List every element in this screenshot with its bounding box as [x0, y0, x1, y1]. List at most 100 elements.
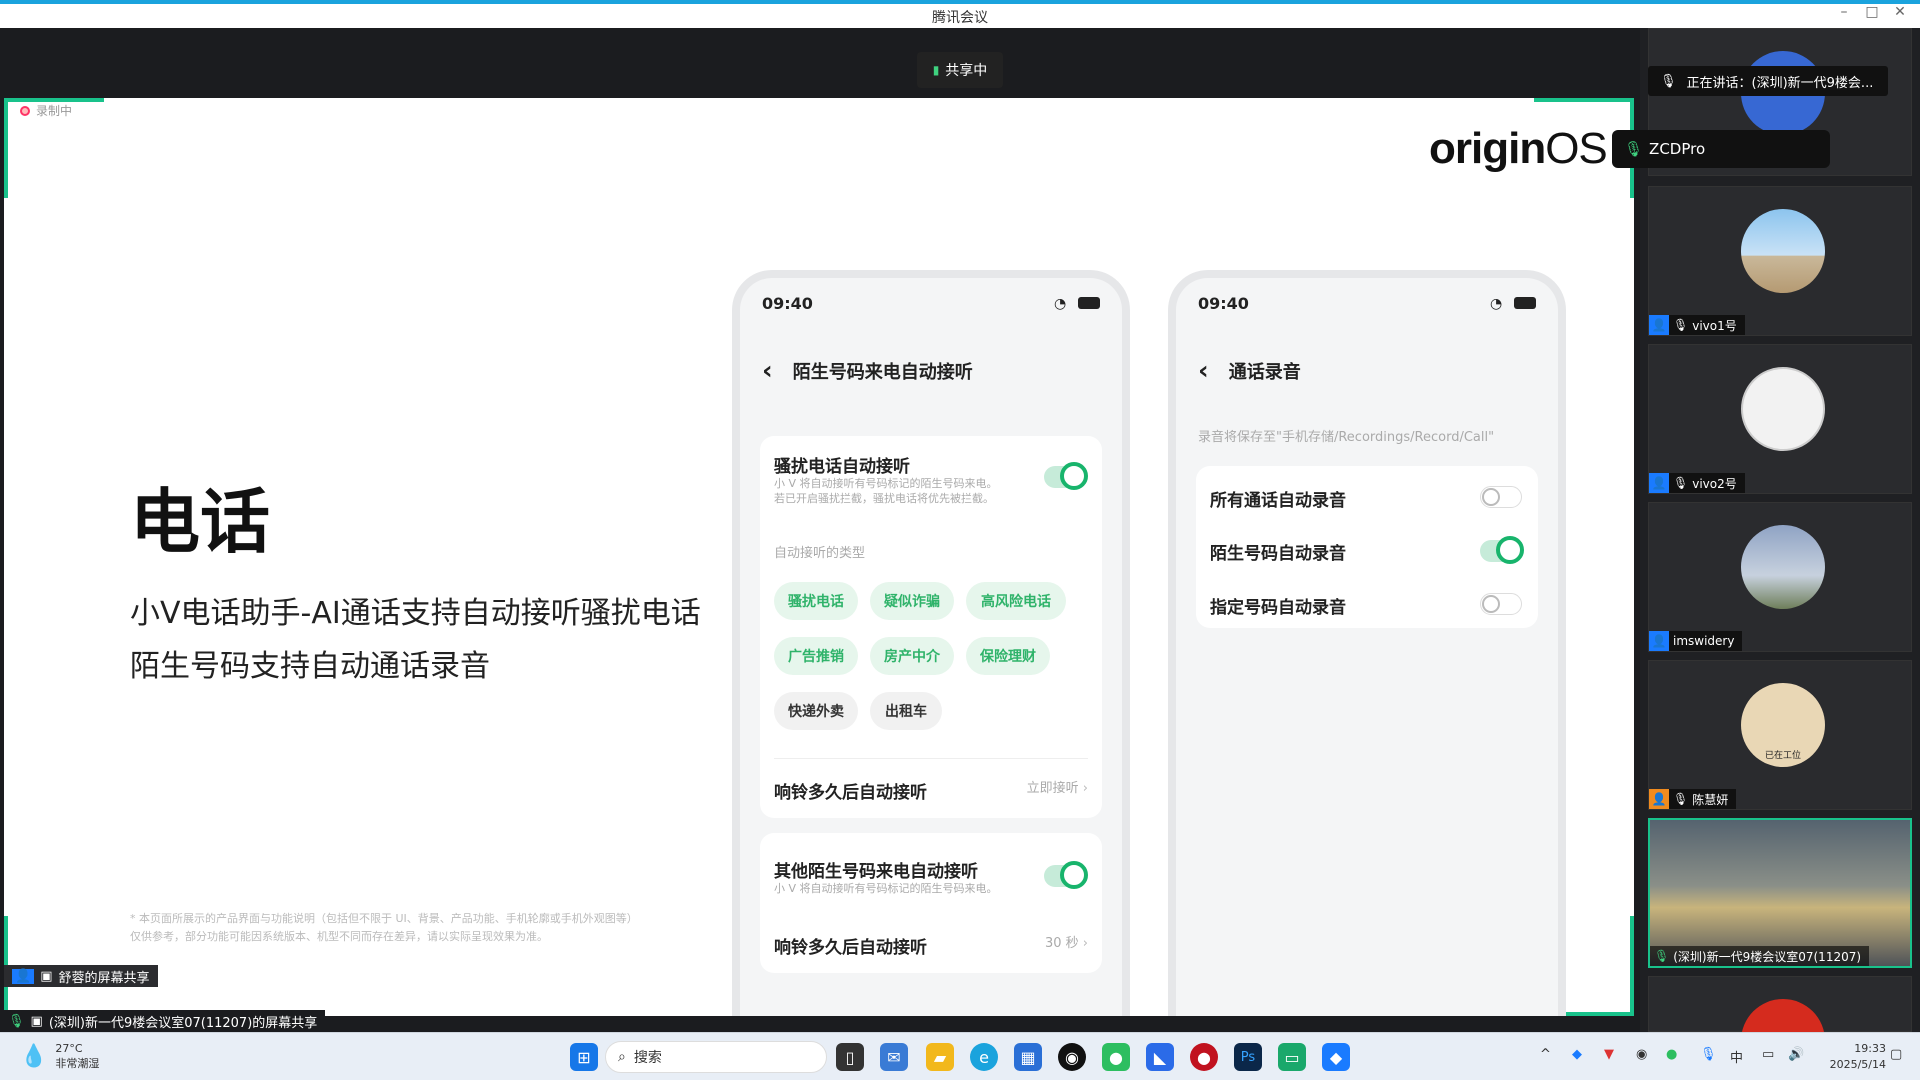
mic-icon: 🎙: [1660, 73, 1677, 89]
chip-taxi[interactable]: 出租车: [870, 692, 942, 730]
participant-tile[interactable]: 👤 🎙 vivo2号: [1648, 344, 1912, 494]
participant-name: vivo2号: [1692, 476, 1737, 491]
harass-autoanswer-toggle[interactable]: [1044, 462, 1088, 490]
participant-tile[interactable]: 👤 imswidery: [1648, 502, 1912, 652]
edge-icon[interactable]: e: [970, 1043, 998, 1071]
chip-realestate[interactable]: 房产中介: [870, 637, 954, 675]
record-app-icon[interactable]: ●: [1190, 1043, 1218, 1071]
participant-name-tag: 👤 imswidery: [1649, 631, 1743, 651]
tooltip-text: ZCDPro: [1649, 140, 1706, 158]
dingtalk-icon[interactable]: ◆: [1322, 1043, 1350, 1071]
row-label: 指定号码自动录音: [1210, 598, 1346, 618]
slide-subtitle-1: 小V电话助手-AI通话支持自动接听骚扰电话: [130, 596, 701, 631]
chip-highrisk[interactable]: 高风险电话: [966, 582, 1066, 620]
tencent-meeting-icon[interactable]: ◣: [1146, 1043, 1174, 1071]
qq-icon[interactable]: ◉: [1058, 1043, 1086, 1071]
back-icon: ‹: [762, 356, 773, 386]
weather-widget[interactable]: 💧 27°C 非常潮湿: [20, 1041, 99, 1071]
wechat-icon[interactable]: ●: [1102, 1043, 1130, 1071]
phone-nav: ‹ 通话录音: [1198, 356, 1301, 386]
microphone-icon[interactable]: 🎙: [1700, 1047, 1717, 1062]
tray-app-icon[interactable]: ◆: [1572, 1047, 1582, 1062]
feishu-icon[interactable]: ✉: [880, 1043, 908, 1071]
ring-delay-text: 30 秒: [1044, 936, 1079, 951]
status-icons: ◔: [1054, 296, 1100, 312]
taskbar-search[interactable]: ⌕ 搜索: [605, 1041, 827, 1073]
participant-tile[interactable]: 已在工位 👤 🎙 陈慧妍: [1648, 660, 1912, 810]
photoshop-icon[interactable]: Ps: [1234, 1043, 1262, 1071]
avatar-caption: 已在工位: [1764, 751, 1801, 761]
phone-mockup-autoanswer: 09:40 ◔ ‹ 陌生号码来电自动接听 骚扰电话自动接听 小 V 将自动接听有号…: [732, 270, 1130, 1016]
record-specific-toggle[interactable]: [1480, 593, 1522, 615]
ring-delay-label[interactable]: 响铃多久后自动接听: [774, 778, 927, 803]
phone-time: 09:40: [1198, 294, 1249, 313]
phone-title: 陌生号码来电自动接听: [792, 362, 973, 383]
disclaimer-line-2: 仅供参考，部分功能可能因系统版本、机型不同而存在差异，请以实际呈现效果为准。: [130, 930, 548, 943]
network-icon[interactable]: ▭: [1762, 1047, 1774, 1062]
notification-icon[interactable]: ▢: [1890, 1047, 1902, 1062]
caption-text: 舒蓉的屏幕共享: [58, 970, 150, 986]
start-button[interactable]: ⊞: [570, 1043, 598, 1071]
user-icon: 👤: [1649, 789, 1669, 809]
ring-delay-value-2[interactable]: 30 秒 ›: [1045, 936, 1088, 951]
share-status-label: 共享中: [945, 63, 988, 79]
ring-delay-label-2[interactable]: 响铃多久后自动接听: [774, 933, 927, 958]
participant-tile-active[interactable]: 🎙 (深圳)新一代9楼会议室07(11207): [1648, 818, 1912, 968]
avatar: 已在工位: [1741, 683, 1825, 767]
volume-icon[interactable]: 🔊: [1788, 1047, 1804, 1062]
slide-title: 电话: [130, 481, 270, 563]
user-icon: 👤: [12, 968, 35, 984]
autoanswer-card: 骚扰电话自动接听 小 V 将自动接听有号码标记的陌生号码来电。 若已开启骚扰拦截，…: [760, 436, 1102, 818]
other-autoanswer-toggle[interactable]: [1044, 861, 1088, 889]
status-icons: ◔: [1490, 296, 1536, 312]
share-status-badge[interactable]: ▮ 共享中: [917, 52, 1003, 88]
back-icon: ‹: [1198, 356, 1209, 386]
participant-name: 陈慧妍: [1692, 792, 1729, 807]
record-all-toggle[interactable]: [1480, 486, 1522, 508]
search-icon: ⌕: [618, 1049, 626, 1065]
qq-tray-icon[interactable]: ◉: [1636, 1047, 1647, 1062]
chip-harass[interactable]: 骚扰电话: [774, 582, 858, 620]
file-explorer-icon[interactable]: ▰: [926, 1043, 954, 1071]
chip-fraud[interactable]: 疑似诈骗: [870, 582, 954, 620]
record-stranger-toggle[interactable]: [1480, 536, 1524, 564]
wechat-tray-icon[interactable]: ●: [1666, 1047, 1677, 1062]
clock-time: 19:33: [1854, 1042, 1886, 1055]
shared-slide: 录制中 originOS 电话 小V电话助手-AI通话支持自动接听骚扰电话 陌生…: [4, 98, 1634, 1016]
recording-path-note: 录音将保存至"手机存储/Recordings/Record/Call": [1198, 430, 1495, 445]
participant-tile[interactable]: [1648, 976, 1912, 1080]
chevron-up-icon[interactable]: ^: [1540, 1047, 1551, 1062]
row-label: 骚扰电话自动接听: [774, 457, 910, 477]
battery-icon: [1514, 297, 1536, 309]
caption-text: (深圳)新一代9楼会议室07(11207)的屏幕共享: [48, 1015, 318, 1031]
tray-app-icon[interactable]: ▼: [1604, 1047, 1614, 1062]
close-button[interactable]: ✕: [1886, 4, 1914, 20]
search-label: 搜索: [633, 1050, 662, 1066]
maximize-button[interactable]: □: [1858, 4, 1886, 20]
screen-share-icon: ▣: [40, 968, 53, 984]
participant-tile[interactable]: 👤 🎙 vivo1号: [1648, 186, 1912, 336]
store-icon[interactable]: ▦: [1014, 1043, 1042, 1071]
participant-name-tag: 👤 🎙 陈慧妍: [1649, 789, 1737, 809]
description-line: 若已开启骚扰拦截，骚扰电话将优先被拦截。: [774, 492, 994, 505]
remote-desktop-icon[interactable]: ▭: [1278, 1043, 1306, 1071]
ring-delay-value[interactable]: 立即接听 ›: [1027, 781, 1088, 796]
phone-mockup-recording: 09:40 ◔ ‹ 通话录音 录音将保存至"手机存储/Recordings/Rec…: [1168, 270, 1566, 1016]
logo-os: OS: [1545, 124, 1608, 173]
user-icon: 👤: [1649, 473, 1669, 493]
share-caption-room: 🎙 ▣ (深圳)新一代9楼会议室07(11207)的屏幕共享: [0, 1010, 326, 1032]
temperature: 27°C: [55, 1042, 83, 1055]
input-method[interactable]: 中: [1730, 1047, 1743, 1066]
wifi-icon: ◔: [1054, 296, 1067, 312]
system-clock[interactable]: 19:33 2025/5/14: [1830, 1041, 1886, 1073]
chip-delivery[interactable]: 快递外卖: [774, 692, 858, 730]
clock-date: 2025/5/14: [1829, 1058, 1886, 1071]
signal-icon: ▮: [932, 63, 940, 77]
task-view-icon[interactable]: ▯: [836, 1043, 864, 1071]
chevron-right-icon: ›: [1082, 781, 1088, 796]
chip-ads[interactable]: 广告推销: [774, 637, 858, 675]
window-title: 腾讯会议: [932, 10, 988, 26]
minimize-button[interactable]: –: [1830, 4, 1858, 20]
chip-insurance[interactable]: 保险理财: [966, 637, 1050, 675]
chevron-right-icon: ›: [1082, 936, 1088, 951]
